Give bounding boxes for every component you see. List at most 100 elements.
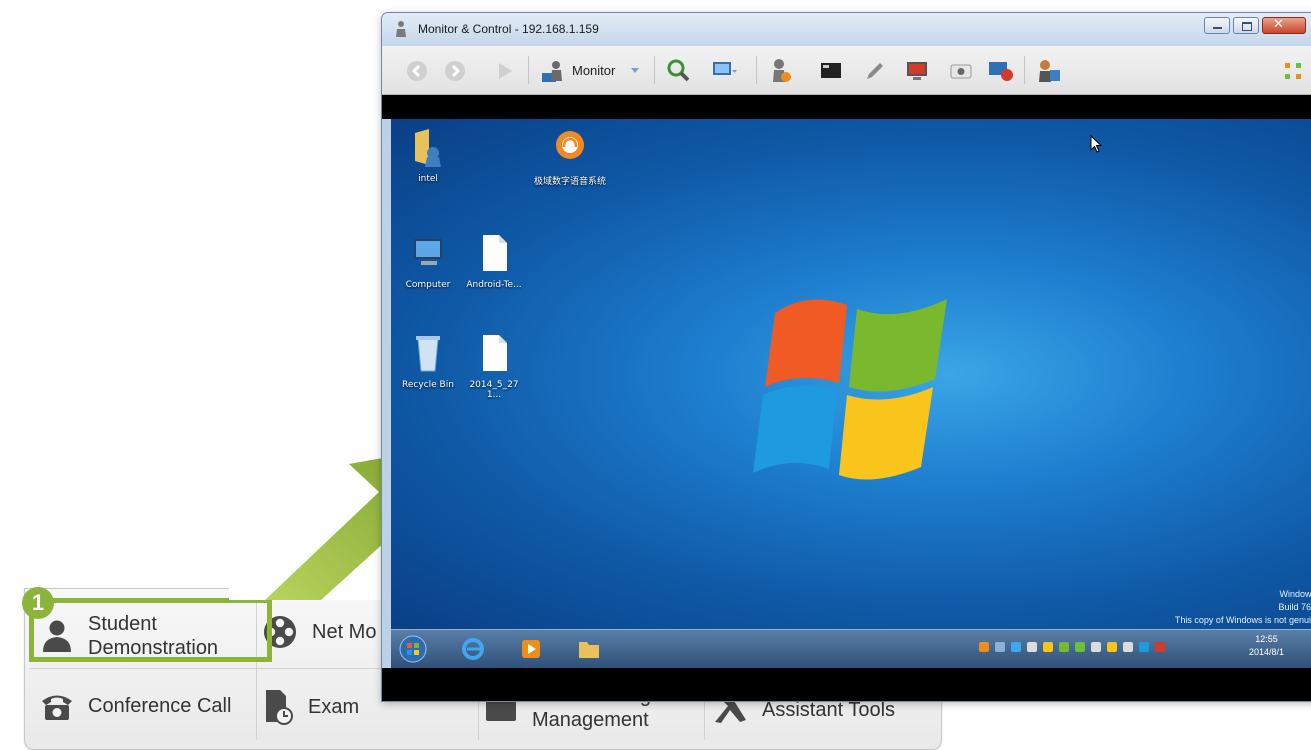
- chevron-down-icon: [631, 68, 639, 73]
- desktop-icon-label: Computer: [405, 280, 451, 290]
- expand-icon: [1285, 63, 1301, 79]
- folder-user-icon: [415, 129, 441, 167]
- play-button[interactable]: [492, 58, 518, 84]
- taskbar-media-player[interactable]: [515, 634, 547, 664]
- desktop-icon-intel[interactable]: intel: [397, 127, 459, 184]
- toolbar-separator: [528, 56, 529, 84]
- conference-call-button[interactable]: Conference Call: [40, 690, 231, 722]
- exam-document-clock-icon: [266, 690, 293, 725]
- app-person-icon: [396, 21, 406, 37]
- tray-icon[interactable]: [979, 642, 989, 652]
- tray-icon[interactable]: [1091, 642, 1101, 652]
- media-player-icon: [522, 640, 540, 658]
- tray-icon[interactable]: [1043, 642, 1053, 652]
- desktop-icon-android-file[interactable]: Android-Te...: [463, 233, 525, 290]
- window-title: Monitor & Control - 192.168.1.159: [418, 22, 599, 36]
- black-screen-icon: [821, 63, 841, 78]
- start-button[interactable]: [397, 634, 429, 664]
- pen-icon: [867, 63, 883, 79]
- screen-layout-button[interactable]: [712, 58, 738, 84]
- recycle-bin-icon: [416, 336, 440, 372]
- bluetooth-icon[interactable]: [1139, 642, 1149, 652]
- back-button[interactable]: [404, 58, 430, 84]
- desktop-icon-recycle-bin[interactable]: Recycle Bin: [397, 333, 459, 390]
- internet-explorer-icon: [462, 638, 484, 660]
- desktop-icon-2014-file[interactable]: 2014_5_27 1...: [463, 333, 525, 400]
- minimize-button[interactable]: [1204, 17, 1230, 34]
- step-number-badge: 1: [22, 587, 54, 619]
- watermark-line-3: This copy of Windows is not genuin: [1174, 615, 1311, 625]
- screen-layout-icon: [713, 62, 737, 75]
- windows-orb-icon: [399, 635, 427, 663]
- monitor-dropdown-toggle[interactable]: [622, 58, 648, 84]
- desktop-icon-label: intel: [418, 174, 438, 184]
- monitor-control-window: Monitor & Control - 192.168.1.159 ✕ Moni…: [381, 12, 1311, 702]
- exam-label: Exam: [308, 696, 360, 718]
- minimize-icon: [1213, 27, 1222, 29]
- desktop-icon-label: Recycle Bin: [402, 380, 454, 390]
- black-screen-button[interactable]: [818, 58, 844, 84]
- toolbar-separator: [654, 56, 655, 84]
- monitor-mode-icon-button[interactable]: [540, 58, 566, 84]
- forward-arrow-icon: [445, 61, 465, 81]
- monitor-dropdown-label[interactable]: Monitor: [572, 63, 615, 78]
- windows-activation-watermark: Windows Build 760 This copy of Windows i…: [1175, 588, 1311, 627]
- camera-button[interactable]: [948, 58, 974, 84]
- toolbar-separator: [756, 56, 757, 84]
- pen-button[interactable]: [862, 58, 888, 84]
- taskbar-internet-explorer[interactable]: [457, 634, 489, 664]
- window-toolbar: Monitor: [382, 46, 1311, 95]
- taskbar-file-explorer[interactable]: [573, 634, 605, 664]
- self-learning-label-line2: Management: [532, 709, 649, 731]
- voice-button[interactable]: [770, 58, 796, 84]
- blank-document-icon: [483, 335, 507, 371]
- forward-button[interactable]: [442, 58, 468, 84]
- clock-time: 12:55: [1255, 634, 1278, 644]
- exam-button[interactable]: Exam: [264, 688, 359, 726]
- windows-logo-icon: [753, 299, 947, 480]
- student-info-button[interactable]: [1036, 58, 1062, 84]
- window-titlebar[interactable]: Monitor & Control - 192.168.1.159 ✕: [382, 13, 1311, 46]
- close-icon: ✕: [1273, 17, 1284, 32]
- clock-date: 2014/8/1: [1249, 647, 1285, 657]
- network-icon[interactable]: [1155, 642, 1165, 652]
- remote-control-button[interactable]: [988, 58, 1014, 84]
- folder-icon: [579, 642, 599, 658]
- remote-screen-bottom-border: [382, 668, 1311, 701]
- tray-icon[interactable]: [1011, 642, 1021, 652]
- telephone-icon: [42, 695, 72, 720]
- desktop-icon-label: Android-Te...: [466, 280, 522, 290]
- screen-capture-button[interactable]: [904, 58, 930, 84]
- desktop-icon-computer[interactable]: Computer: [397, 233, 459, 290]
- close-button[interactable]: ✕: [1262, 17, 1306, 34]
- fullscreen-button[interactable]: [1280, 58, 1306, 84]
- microphone-person-icon: [773, 59, 791, 82]
- desktop-icon-label: 极域数字语音系统: [533, 177, 606, 187]
- toolbar-separator: [1024, 56, 1025, 84]
- net-movie-button[interactable]: Net Mo: [262, 614, 376, 650]
- person-card-icon: [1039, 60, 1060, 82]
- magnifier-icon: [667, 59, 690, 82]
- headset-flower-icon: [556, 131, 584, 159]
- taskbar-clock[interactable]: 12:55 2014/8/1: [1249, 633, 1284, 659]
- tray-icon[interactable]: [1027, 642, 1037, 652]
- remote-desktop-view[interactable]: intel 极域数字语音系统 Computer Android-Te... Re…: [391, 119, 1311, 629]
- back-arrow-icon: [407, 61, 427, 81]
- net-movie-label: Net Mo: [312, 621, 377, 643]
- mouse-cursor-icon: [1090, 135, 1102, 153]
- step-highlight-box: [29, 598, 272, 662]
- watermark-line-2: Build 760: [1278, 602, 1311, 612]
- tray-icon[interactable]: [1123, 642, 1133, 652]
- zoom-button[interactable]: [666, 58, 692, 84]
- tray-icon[interactable]: [1059, 642, 1069, 652]
- play-icon: [499, 63, 512, 79]
- maximize-icon: [1242, 22, 1252, 31]
- tray-icon[interactable]: [1107, 642, 1117, 652]
- desktop-icon-voice-system[interactable]: 极域数字语音系统: [533, 127, 607, 187]
- tray-icon[interactable]: [1075, 642, 1085, 652]
- camera-icon: [950, 64, 972, 79]
- tray-icon[interactable]: [995, 642, 1005, 652]
- maximize-button[interactable]: [1233, 17, 1259, 34]
- blank-document-icon: [483, 235, 507, 271]
- monitor-person-icon: [542, 61, 562, 82]
